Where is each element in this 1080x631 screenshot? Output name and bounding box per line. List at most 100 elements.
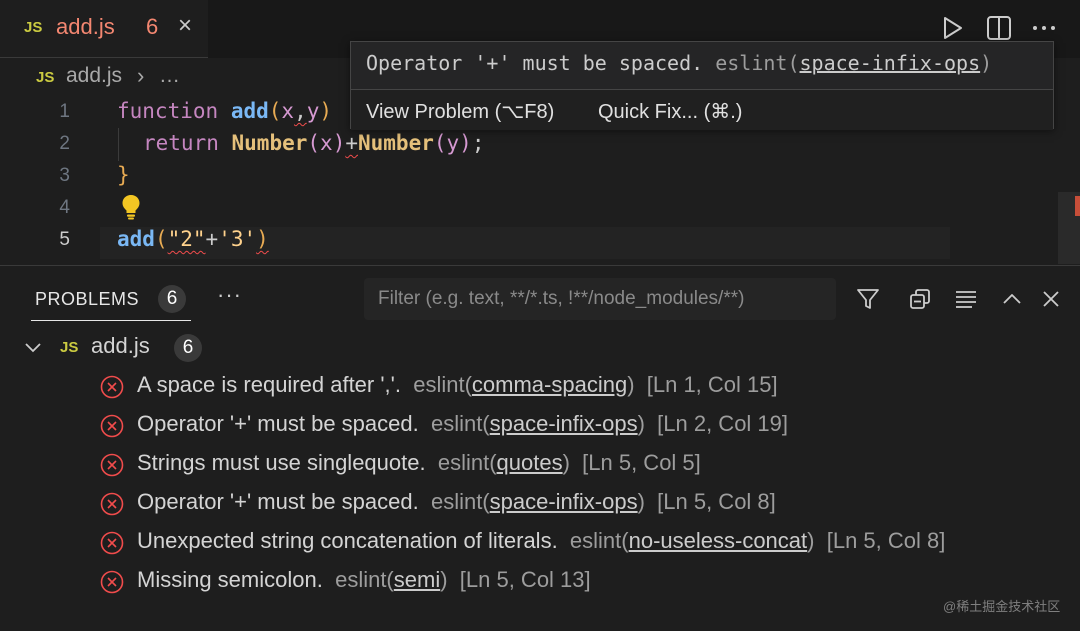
problems-count-badge: 6 [158,285,186,313]
js-file-icon: JS [24,19,43,36]
semicolon-token: ; [471,131,485,155]
problem-rule-link[interactable]: quotes [497,450,563,475]
builtin-token: Number [231,131,308,155]
maximize-panel-icon[interactable] [1000,287,1024,311]
problem-location: [Ln 5, Col 8] [657,489,776,514]
error-icon [100,492,124,516]
problem-source-close: ) [627,372,635,397]
problem-rule-link[interactable]: space-infix-ops [490,489,638,514]
code-line-2: return Number(x)+Number(y); [143,131,484,155]
problem-source-close: ) [562,450,570,475]
problem-message: Operator '+' must be spaced. [137,489,419,514]
problem-row[interactable]: Missing semicolon. eslint(semi) [Ln 5, C… [0,563,1080,599]
group-filename: add.js [91,333,150,358]
panel-more-icon[interactable]: ··· [217,282,242,308]
problem-location: [Ln 5, Col 13] [459,567,591,592]
problem-text: Operator '+' must be spaced. eslint(spac… [137,411,788,437]
problem-text: Strings must use singlequote. eslint(quo… [137,450,701,476]
quick-fix-button[interactable]: Quick Fix... (⌘.) [598,99,742,124]
indent-guide [118,128,119,161]
tab-add-js[interactable]: JS add.js 6 × [0,0,208,58]
problems-panel: PROBLEMS 6 ··· JS add.js 6 A space is re… [0,265,1080,631]
problem-source-close: ) [440,567,448,592]
hover-actions: View Problem (⌥F8) Quick Fix... (⌘.) [351,89,1053,130]
plus-token: + [205,227,219,251]
problem-location: [Ln 5, Col 8] [826,528,946,553]
problem-text: A space is required after ','. eslint(co… [137,372,778,398]
param-token: x [281,99,295,123]
view-problem-button[interactable]: View Problem (⌥F8) [366,99,554,124]
lightbulb-icon[interactable] [121,194,141,220]
watermark: @稀土掘金技术社区 [943,599,1061,614]
problem-rule-link[interactable]: space-infix-ops [490,411,638,436]
js-file-icon: JS [36,69,55,86]
paren-token: ) [332,131,346,155]
close-panel-icon[interactable] [1039,287,1063,311]
chevron-down-icon[interactable] [22,336,44,358]
error-icon [100,375,124,399]
problem-message: Operator '+' must be spaced. [137,411,419,436]
problem-text: Unexpected string concatenation of liter… [137,528,945,554]
filter-icon[interactable] [856,287,880,311]
breadcrumb-file[interactable]: add.js [66,64,122,88]
problem-source-close: ) [807,528,815,553]
problem-hover-widget: Operator '+' must be spaced. eslint(spac… [350,41,1054,130]
group-count-badge: 6 [174,334,202,362]
problem-text: Missing semicolon. eslint(semi) [Ln 5, C… [137,567,591,593]
param-token: x [320,131,333,155]
split-editor-icon[interactable] [985,14,1013,42]
problem-source: eslint( [413,372,472,397]
paren-token: ) [459,131,472,155]
param-token: y [446,131,460,155]
function-name-token: add [230,99,269,123]
problem-row[interactable]: Unexpected string concatenation of liter… [0,524,1080,560]
hover-rule-link[interactable]: space-infix-ops [800,51,981,75]
problem-location: [Ln 2, Col 19] [657,411,789,436]
collapse-all-icon[interactable] [908,287,932,311]
line-number: 1 [59,101,70,122]
close-tab-icon[interactable]: × [173,12,197,40]
hover-message: Operator '+' must be spaced. eslint(spac… [366,51,992,75]
problem-message: A space is required after ','. [137,372,401,397]
problem-row[interactable]: Strings must use singlequote. eslint(quo… [0,446,1080,482]
problem-source: eslint( [335,567,394,592]
line-number: 4 [59,197,70,218]
hover-source-close: ) [980,51,993,75]
paren-token: ( [268,99,282,123]
string-token: '3' [218,227,257,251]
problem-row[interactable]: Operator '+' must be spaced. eslint(spac… [0,485,1080,521]
active-tab-indicator [31,320,191,321]
builtin-token: Number [358,131,434,155]
problem-location: [Ln 5, Col 5] [582,450,701,475]
problem-row[interactable]: Operator '+' must be spaced. eslint(spac… [0,407,1080,443]
error-icon [100,453,124,477]
more-actions-icon[interactable] [1030,14,1058,42]
run-icon[interactable] [938,14,966,42]
paren-token: ( [154,227,168,251]
tab-problems[interactable]: PROBLEMS [35,289,139,310]
param-token: y [306,99,320,123]
plus-error-token: + [345,131,358,155]
string-error-token: "2" [167,227,206,251]
problem-rule-link[interactable]: semi [394,567,440,592]
view-as-list-icon[interactable] [954,287,978,311]
paren-error-token: ) [256,227,269,251]
problem-file-group[interactable]: JS add.js 6 [0,330,1080,366]
problem-rule-link[interactable]: no-useless-concat [629,528,808,553]
problem-text: Operator '+' must be spaced. eslint(spac… [137,489,776,515]
breadcrumb-more[interactable]: … [159,64,180,88]
js-file-icon: JS [60,339,79,356]
hover-message-text: Operator '+' must be spaced. [366,51,716,75]
error-icon [100,570,124,594]
paren-token: ( [433,131,447,155]
problem-rule-link[interactable]: comma-spacing [472,372,627,397]
code-line-3: } [117,163,130,187]
filter-box[interactable] [364,278,836,320]
problem-row[interactable]: A space is required after ','. eslint(co… [0,368,1080,404]
problem-source: eslint( [437,450,497,475]
line-number: 2 [59,133,70,154]
problem-message: Strings must use singlequote. [137,450,426,475]
chevron-right-icon: › [137,63,145,88]
filter-input[interactable] [364,278,836,320]
keyword-token: function [117,99,219,123]
